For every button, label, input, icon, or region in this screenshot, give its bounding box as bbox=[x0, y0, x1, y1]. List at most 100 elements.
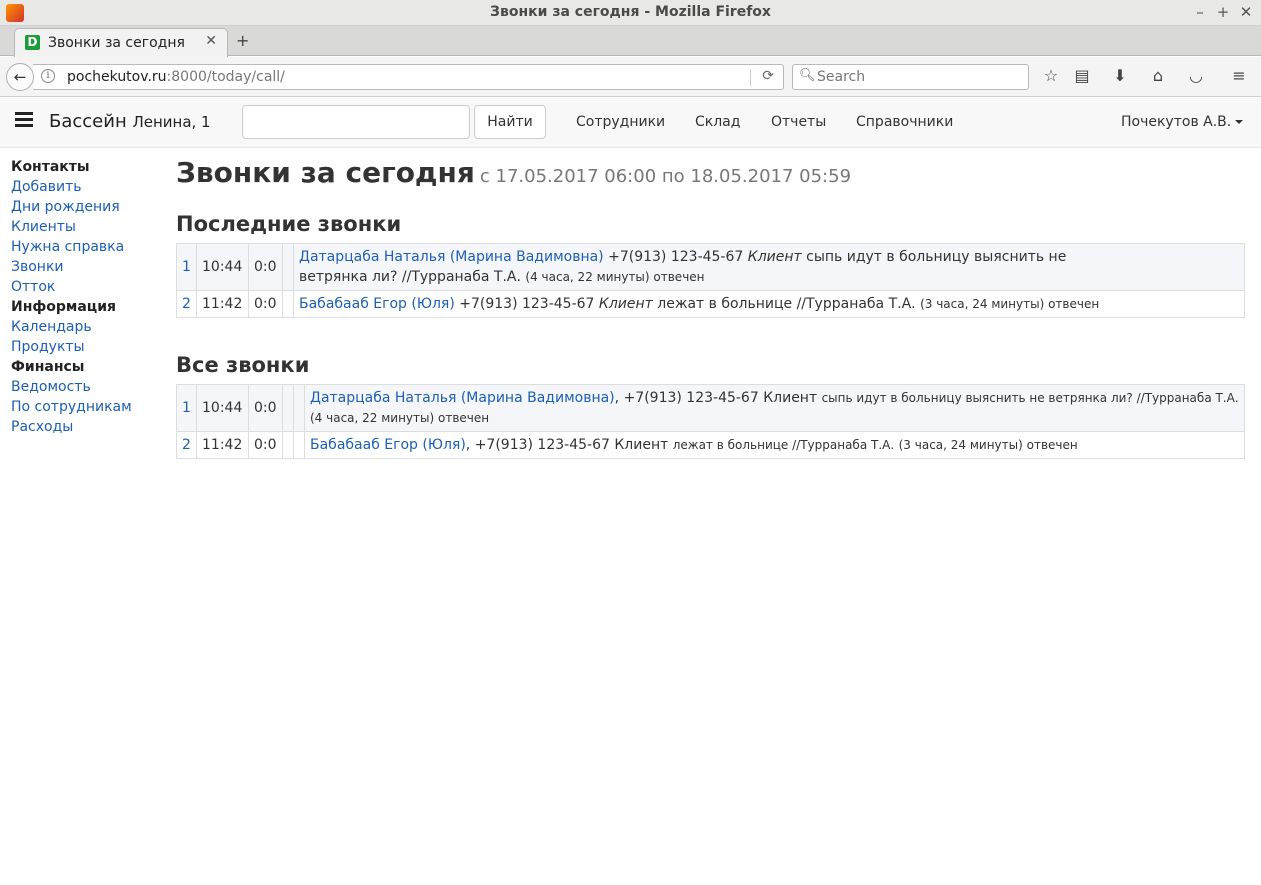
url-host: pochekutov.ru bbox=[67, 69, 167, 85]
search-button[interactable]: Найти bbox=[474, 105, 546, 139]
call-meta: (3 часа, 24 минуты) отвечен bbox=[898, 438, 1078, 452]
brand-name: Бассейн bbox=[49, 111, 127, 132]
recent-calls-heading: Последние звонки bbox=[176, 212, 402, 236]
call-phone: +7(913) 123-45-67 bbox=[459, 296, 595, 312]
call-note: сыпь идут в больницу выяснить не ветрянк… bbox=[821, 391, 1239, 405]
call-type: Клиент bbox=[763, 390, 818, 406]
sidebar: Контакты Добавить Дни рождения Клиенты Н… bbox=[11, 157, 171, 437]
pocket-icon[interactable]: ◡ bbox=[1185, 66, 1207, 85]
call-number-link[interactable]: 1 bbox=[176, 384, 197, 432]
sidebar-section-title: Информация bbox=[11, 299, 116, 315]
sidebar-item-clients[interactable]: Клиенты bbox=[11, 217, 171, 237]
site-navbar: Бассейн Ленина, 1 Найти Сотрудники Склад… bbox=[0, 98, 1261, 148]
brand-address: Ленина, 1 bbox=[132, 113, 211, 131]
call-phone: +7(913) 123-45-67 bbox=[608, 249, 744, 265]
sidebar-item-birthdays[interactable]: Дни рождения bbox=[11, 197, 171, 217]
recent-calls-table: 1 10:44 0:0 Датарцаба Наталья (Марина Ва… bbox=[176, 243, 1245, 318]
table-row: 2 11:42 0:0 Бабабааб Егор (Юля) +7(913) … bbox=[176, 290, 1245, 318]
window-titlebar: Звонки за сегодня - Mozilla Firefox – + … bbox=[0, 0, 1261, 26]
call-meta: (4 часа, 22 минуты) отвечен bbox=[525, 270, 705, 284]
contact-link[interactable]: Бабабааб Егор (Юля) bbox=[299, 296, 455, 312]
search-field[interactable]: 🔍︎ Search bbox=[792, 64, 1029, 90]
tab-active[interactable]: D Звонки за сегодня ✕ bbox=[14, 28, 228, 57]
table-row: 1 10:44 0:0 Датарцаба Наталья (Марина Ва… bbox=[176, 384, 1245, 432]
url-text[interactable]: pochekutov.ru:8000/today/call/ bbox=[67, 69, 285, 85]
sidebar-item-calls[interactable]: Звонки bbox=[11, 257, 171, 277]
sidebar-item-expenses[interactable]: Расходы bbox=[11, 417, 171, 437]
sidebar-item-add[interactable]: Добавить bbox=[11, 177, 171, 197]
call-number-link[interactable]: 2 bbox=[176, 290, 197, 318]
call-details: Датарцаба Наталья (Марина Вадимовна), +7… bbox=[304, 384, 1245, 432]
call-time: 11:42 bbox=[196, 431, 249, 459]
header-search-input[interactable] bbox=[242, 105, 470, 139]
downloads-icon[interactable]: ⬇ bbox=[1109, 66, 1131, 85]
search-placeholder: Search bbox=[817, 69, 866, 85]
user-menu[interactable]: Почекутов А.В. bbox=[1121, 114, 1244, 130]
maximize-icon[interactable]: + bbox=[1215, 3, 1231, 21]
navigation-toolbar: i pochekutov.ru:8000/today/call/ ⟳ ← 🔍︎ … bbox=[0, 57, 1261, 97]
call-note: лежат в больнице //Турранаба Т.А. bbox=[672, 438, 895, 452]
bookmark-star-icon[interactable]: ☆ bbox=[1040, 66, 1062, 85]
call-duration: 0:0 bbox=[248, 384, 283, 432]
call-number-link[interactable]: 2 bbox=[176, 431, 197, 459]
contact-link[interactable]: Датарцаба Наталья (Марина Вадимовна) bbox=[310, 390, 615, 406]
home-icon[interactable]: ⌂ bbox=[1147, 66, 1169, 85]
tab-close-icon[interactable]: ✕ bbox=[205, 33, 217, 49]
sidebar-item-by-employees[interactable]: По сотрудникам bbox=[11, 397, 171, 417]
call-type: Клиент bbox=[747, 249, 802, 265]
tab-label: Звонки за сегодня bbox=[48, 35, 185, 51]
sidebar-item-statement[interactable]: Ведомость bbox=[11, 377, 171, 397]
back-button[interactable]: ← bbox=[6, 63, 34, 91]
sidebar-item-products[interactable]: Продукты bbox=[11, 337, 171, 357]
hamburger-menu-icon[interactable] bbox=[15, 112, 33, 128]
search-icon: 🔍︎ bbox=[799, 68, 816, 83]
call-duration: 0:0 bbox=[248, 431, 283, 459]
nav-directories[interactable]: Справочники bbox=[856, 114, 953, 130]
site-favicon-icon: D bbox=[25, 35, 40, 50]
menu-icon[interactable]: ≡ bbox=[1228, 66, 1250, 85]
brand[interactable]: Бассейн Ленина, 1 bbox=[49, 111, 211, 132]
window-title: Звонки за сегодня - Mozilla Firefox bbox=[490, 4, 771, 20]
nav-warehouse[interactable]: Склад bbox=[695, 114, 740, 130]
call-number-link[interactable]: 1 bbox=[176, 243, 197, 291]
user-name: Почекутов А.В. bbox=[1121, 114, 1232, 130]
contact-link[interactable]: Датарцаба Наталья (Марина Вадимовна) bbox=[299, 249, 604, 265]
call-duration: 0:0 bbox=[248, 290, 283, 318]
nav-reports[interactable]: Отчеты bbox=[771, 114, 826, 130]
call-time: 10:44 bbox=[196, 243, 249, 291]
empty-cell bbox=[282, 384, 294, 432]
empty-cell bbox=[282, 290, 294, 318]
call-details: Бабабааб Егор (Юля), +7(913) 123-45-67 К… bbox=[304, 431, 1245, 459]
url-divider bbox=[750, 69, 751, 86]
empty-cell bbox=[293, 431, 305, 459]
reload-icon[interactable]: ⟳ bbox=[762, 68, 774, 84]
call-phone: +7(913) 123-45-67 bbox=[474, 437, 610, 453]
call-type: Клиент bbox=[614, 437, 669, 453]
sidebar-section-title: Контакты bbox=[11, 159, 90, 175]
page-title-text: Звонки за сегодня bbox=[176, 156, 475, 189]
call-duration: 0:0 bbox=[248, 243, 283, 291]
site-info-icon[interactable]: i bbox=[41, 69, 55, 83]
call-details: Бабабааб Егор (Юля) +7(913) 123-45-67 Кл… bbox=[293, 290, 1245, 318]
page-title: Звонки за сегодня с 17.05.2017 06:00 по 1… bbox=[176, 153, 1245, 197]
call-time: 10:44 bbox=[196, 384, 249, 432]
new-tab-icon[interactable]: + bbox=[236, 31, 249, 50]
all-calls-heading: Все звонки bbox=[176, 353, 310, 377]
contact-link[interactable]: Бабабааб Егор (Юля) bbox=[310, 437, 466, 453]
minimize-icon[interactable]: – bbox=[1192, 3, 1208, 21]
call-time: 11:42 bbox=[196, 290, 249, 318]
sidebar-item-churn[interactable]: Отток bbox=[11, 277, 171, 297]
close-window-icon[interactable]: ✕ bbox=[1238, 3, 1254, 21]
reading-list-icon[interactable]: ▤ bbox=[1071, 66, 1093, 85]
call-meta: (3 часа, 24 минуты) отвечен bbox=[920, 297, 1100, 311]
sidebar-section-title: Финансы bbox=[11, 359, 85, 375]
call-details: Датарцаба Наталья (Марина Вадимовна) +7(… bbox=[293, 243, 1245, 291]
nav-employees[interactable]: Сотрудники bbox=[576, 114, 665, 130]
url-bar[interactable]: i pochekutov.ru:8000/today/call/ ⟳ bbox=[33, 64, 784, 90]
call-type: Клиент bbox=[598, 296, 653, 312]
table-row: 1 10:44 0:0 Датарцаба Наталья (Марина Ва… bbox=[176, 243, 1245, 291]
sidebar-item-certificate[interactable]: Нужна справка bbox=[11, 237, 171, 257]
sidebar-item-calendar[interactable]: Календарь bbox=[11, 317, 171, 337]
page-subtitle: с 17.05.2017 06:00 по 18.05.2017 05:59 bbox=[479, 166, 852, 187]
call-phone: +7(913) 123-45-67 bbox=[623, 390, 759, 406]
